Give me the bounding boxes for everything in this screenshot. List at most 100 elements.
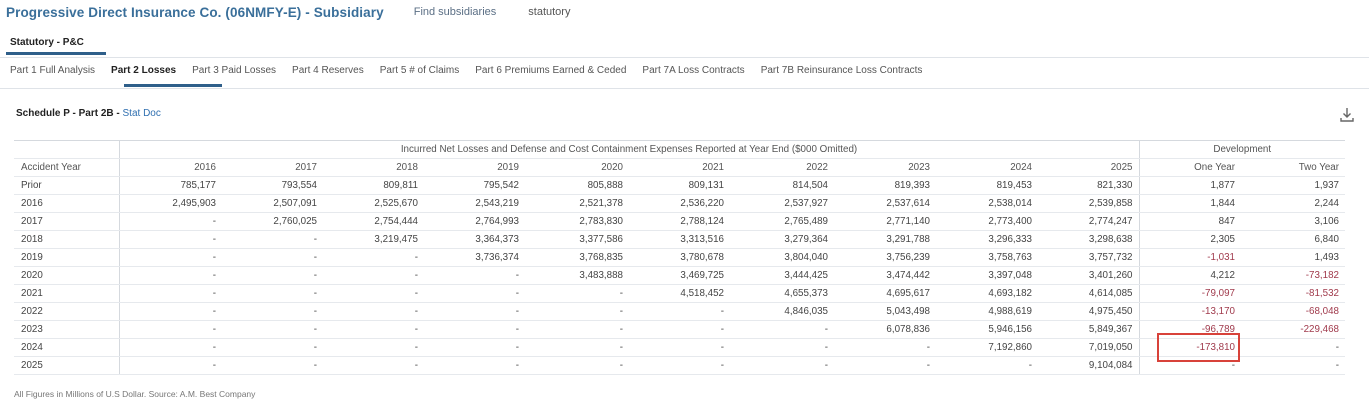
development-cell: 4,212 [1138, 266, 1241, 285]
value-cell: 7,192,860 [936, 338, 1038, 357]
column-header: One Year [1138, 158, 1241, 177]
tab-statutory-pc[interactable]: Statutory - P&C [10, 37, 84, 48]
value-cell: 2,774,247 [1038, 212, 1139, 231]
value-cell: 2,536,220 [629, 194, 730, 213]
value-cell: 5,946,156 [936, 320, 1038, 339]
value-cell: - [118, 212, 222, 231]
value-cell: 3,364,373 [424, 230, 525, 249]
value-cell: - [222, 302, 323, 321]
accident-year-cell: 2017 [14, 212, 119, 231]
value-cell: 4,975,450 [1038, 302, 1139, 321]
accident-year-cell: 2025 [14, 356, 119, 375]
column-header: 2017 [222, 158, 323, 177]
value-cell: 819,393 [834, 176, 936, 195]
development-cell: 847 [1138, 212, 1241, 231]
value-cell: 9,104,084 [1038, 356, 1139, 375]
development-cell: - [1241, 356, 1345, 375]
value-cell: 3,296,333 [936, 230, 1038, 249]
incurred-losses-header: Incurred Net Losses and Defense and Cost… [118, 140, 1139, 159]
value-cell: 2,521,378 [525, 194, 629, 213]
value-cell: - [222, 230, 323, 249]
value-cell: - [936, 356, 1038, 375]
tab-part-4[interactable]: Part 4 Reserves [292, 65, 364, 76]
footnote: All Figures in Millions of U.S Dollar. S… [14, 389, 256, 399]
tab-part-5[interactable]: Part 5 # of Claims [380, 65, 459, 76]
tab-part-7b[interactable]: Part 7B Reinsurance Loss Contracts [761, 65, 923, 76]
development-cell: 2,244 [1241, 194, 1345, 213]
accident-year-cell: 2024 [14, 338, 119, 357]
table-row: 2018- -3,219,475 3,364,373 3,377,586 3,313,5… [14, 230, 1345, 249]
value-cell: - [222, 338, 323, 357]
value-cell: - [323, 284, 424, 303]
value-cell: 2,495,903 [118, 194, 222, 213]
schedule-part-tabs: Part 1 Full Analysis Part 2 Losses Part … [10, 65, 938, 76]
value-cell: 3,736,374 [424, 248, 525, 267]
value-cell: - [834, 356, 936, 375]
stat-doc-link[interactable]: Stat Doc [123, 108, 161, 119]
value-cell: 2,765,489 [730, 212, 834, 231]
value-cell: 3,401,260 [1038, 266, 1139, 285]
download-icon[interactable] [1338, 106, 1356, 124]
value-cell: 805,888 [525, 176, 629, 195]
value-cell: - [118, 320, 222, 339]
value-cell: - [525, 302, 629, 321]
value-cell: - [118, 284, 222, 303]
value-cell: 4,518,452 [629, 284, 730, 303]
development-cell: -81,532 [1241, 284, 1345, 303]
tab-part-2[interactable]: Part 2 Losses [111, 65, 176, 76]
accident-year-cell: 2023 [14, 320, 119, 339]
highlight-box [1157, 333, 1240, 362]
value-cell: - [525, 338, 629, 357]
value-cell: 2,543,219 [424, 194, 525, 213]
development-cell: -68,048 [1241, 302, 1345, 321]
find-subsidiaries-link[interactable]: Find subsidiaries [414, 6, 497, 18]
tab-part-1[interactable]: Part 1 Full Analysis [10, 65, 95, 76]
column-header: 2024 [936, 158, 1038, 177]
development-cell: 2,305 [1138, 230, 1241, 249]
value-cell: 814,504 [730, 176, 834, 195]
value-cell: 4,846,035 [730, 302, 834, 321]
group-header-row: Incurred Net Losses and Defense and Cost… [14, 140, 1345, 159]
table-row: 2025- - - - - - - - -9,104,084- - [14, 356, 1345, 375]
accident-year-cell: 2018 [14, 230, 119, 249]
development-cell: 3,106 [1241, 212, 1345, 231]
value-cell: - [424, 320, 525, 339]
table-row: 2019- - -3,736,374 3,768,835 3,780,678 3,804,… [14, 248, 1345, 267]
value-cell: 5,849,367 [1038, 320, 1139, 339]
value-cell: - [629, 302, 730, 321]
value-cell: - [323, 356, 424, 375]
value-cell: 4,988,619 [936, 302, 1038, 321]
column-header: 2021 [629, 158, 730, 177]
value-cell: 2,539,858 [1038, 194, 1139, 213]
value-cell: 809,811 [323, 176, 424, 195]
table-row: 2016 2,495,903 2,507,091 2,525,670 2,543,219… [14, 194, 1345, 213]
value-cell: 819,453 [936, 176, 1038, 195]
statutory-link[interactable]: statutory [528, 6, 570, 18]
value-cell: 3,469,725 [629, 266, 730, 285]
value-cell: 2,525,670 [323, 194, 424, 213]
table-row: 2022- - - - - -4,846,035 5,043,498 4,988,619 4,9… [14, 302, 1345, 321]
tab-part-3[interactable]: Part 3 Paid Losses [192, 65, 276, 76]
value-cell: 2,537,614 [834, 194, 936, 213]
value-cell: - [525, 284, 629, 303]
development-cell: 1,844 [1138, 194, 1241, 213]
column-header: 2022 [730, 158, 834, 177]
value-cell: 3,757,732 [1038, 248, 1139, 267]
divider [0, 88, 1369, 89]
table-row: 2021- - - - -4,518,452 4,655,373 4,695,617 4,69… [14, 284, 1345, 303]
value-cell: 4,655,373 [730, 284, 834, 303]
value-cell: 793,554 [222, 176, 323, 195]
tab-part-7a[interactable]: Part 7A Loss Contracts [642, 65, 744, 76]
value-cell: 3,756,239 [834, 248, 936, 267]
value-cell: - [118, 338, 222, 357]
value-cell: - [834, 338, 936, 357]
development-cell: 1,877 [1138, 176, 1241, 195]
accident-year-cell: 2020 [14, 266, 119, 285]
value-cell: 3,219,475 [323, 230, 424, 249]
value-cell: - [525, 320, 629, 339]
value-cell: 5,043,498 [834, 302, 936, 321]
schedule-label: Schedule P - Part 2B - [16, 108, 123, 119]
company-title: Progressive Direct Insurance Co. (06NMFY… [6, 4, 384, 20]
value-cell: - [424, 338, 525, 357]
tab-part-6[interactable]: Part 6 Premiums Earned & Ceded [475, 65, 626, 76]
